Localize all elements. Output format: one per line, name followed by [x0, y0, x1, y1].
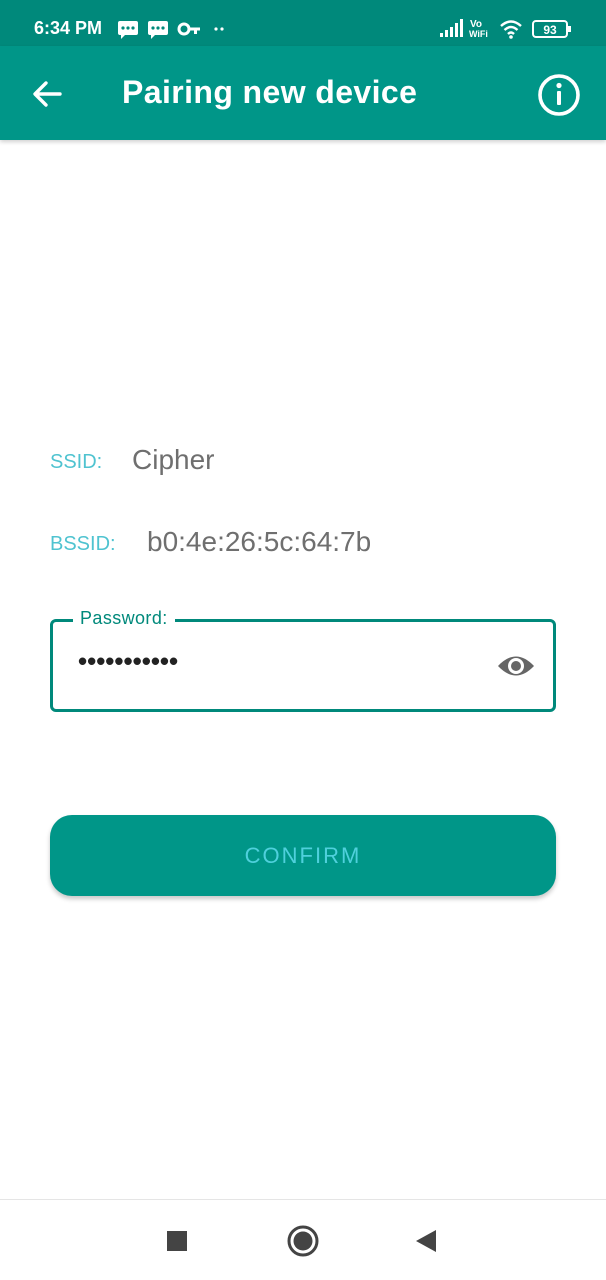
bssid-label: BSSID: [50, 533, 116, 555]
more-notifications-icon [214, 27, 224, 31]
wifi-icon [500, 20, 522, 39]
system-status-icons: Vo WiFi 93 [440, 19, 571, 39]
signal-icon [440, 19, 463, 37]
triangle-back-icon [416, 1230, 436, 1252]
status-time: 6:34 PM [34, 18, 103, 38]
svg-text:93: 93 [543, 23, 557, 37]
password-field[interactable]: Password: ••••••••••• [50, 608, 556, 712]
eye-icon [498, 656, 534, 676]
confirm-button[interactable]: CONFIRM [50, 815, 556, 896]
battery-icon: 93 [532, 20, 571, 38]
notification-icons [118, 21, 224, 39]
home-button[interactable] [286, 1224, 320, 1258]
ssid-label: SSID: [50, 451, 103, 473]
vowifi-icon: Vo WiFi [469, 19, 488, 39]
circle-icon [287, 1225, 319, 1257]
status-bar: 6:34 PM Vo WiFi 93 [0, 0, 606, 46]
message-icon [118, 21, 138, 39]
password-label: Password: [73, 608, 175, 629]
info-button[interactable] [532, 68, 586, 122]
bssid-value: b0:4e:26:5c:64:7b [147, 526, 372, 557]
back-button[interactable] [24, 70, 72, 118]
password-visibility-toggle[interactable] [496, 649, 536, 683]
recents-button[interactable] [166, 1230, 188, 1252]
message-icon [148, 21, 168, 39]
vpn-key-icon [177, 22, 200, 36]
arrow-back-icon [33, 81, 62, 107]
square-icon [167, 1231, 187, 1251]
info-icon [538, 74, 580, 116]
navigation-bar [0, 1199, 606, 1280]
app-bar: Pairing new device [0, 46, 606, 140]
ssid-value: Cipher [132, 444, 215, 475]
password-input[interactable]: ••••••••••• [78, 646, 178, 677]
page-title: Pairing new device [122, 74, 418, 110]
svg-text:WiFi: WiFi [469, 29, 488, 39]
nav-back-button[interactable] [414, 1229, 438, 1253]
